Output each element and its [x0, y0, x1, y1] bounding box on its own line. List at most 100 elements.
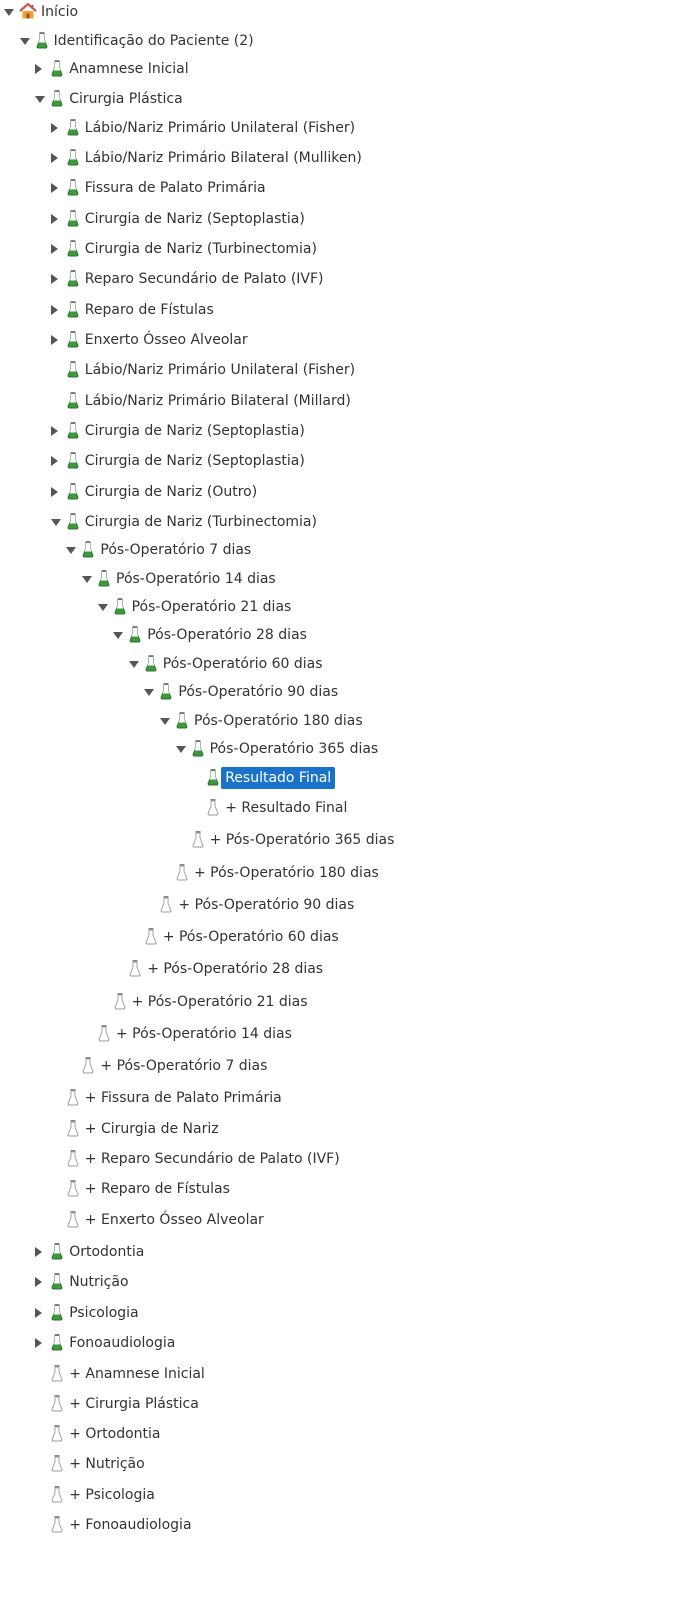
tree-node-label[interactable]: + Enxerto Ósseo Alveolar [81, 1209, 268, 1231]
tree-node[interactable]: Fissura de Palato Primária [0, 176, 688, 200]
tree-node[interactable]: Lábio/Nariz Primário Unilateral (Fisher) [0, 116, 688, 140]
tree-node-label[interactable]: + Cirurgia de Nariz [81, 1118, 223, 1140]
tree-node-label[interactable]: Lábio/Nariz Primário Unilateral (Fisher) [81, 359, 359, 381]
tree-node-label[interactable]: + Pós-Operatório 90 dias [174, 894, 358, 916]
expand-toggle-icon[interactable] [50, 244, 58, 254]
expand-toggle-icon[interactable] [50, 426, 58, 436]
tree-node-label[interactable]: Cirurgia de Nariz (Septoplastia) [81, 420, 309, 442]
tree-node[interactable]: Cirurgia de Nariz (Septoplastia) [0, 207, 688, 231]
expand-toggle-icon[interactable] [50, 153, 58, 163]
tree-node-label[interactable]: + Nutrição [65, 1453, 149, 1475]
tree-node-label[interactable]: Pós-Operatório 60 dias [159, 653, 327, 675]
tree-node-label[interactable]: Reparo Secundário de Palato (IVF) [81, 268, 328, 290]
expand-toggle-icon[interactable] [35, 1308, 43, 1318]
tree-node[interactable]: Resultado Final [0, 766, 688, 790]
tree-node[interactable]: Pós-Operatório 60 dias [0, 652, 688, 676]
expand-toggle-icon[interactable] [50, 305, 58, 315]
collapse-toggle-icon[interactable] [66, 547, 77, 554]
expand-toggle-icon[interactable] [50, 456, 58, 466]
tree-node[interactable]: Identificação do Paciente (2) [0, 29, 688, 53]
tree-node[interactable]: + Fonoaudiologia [0, 1513, 688, 1537]
tree-node[interactable]: Reparo Secundário de Palato (IVF) [0, 267, 688, 291]
tree-node[interactable]: Pós-Operatório 28 dias [0, 623, 688, 647]
tree-node[interactable]: + Reparo de Fístulas [0, 1177, 688, 1201]
expand-toggle-icon[interactable] [35, 1247, 43, 1257]
tree-node-label[interactable]: Cirurgia de Nariz (Outro) [81, 481, 261, 503]
tree-node[interactable]: Ortodontia [0, 1240, 688, 1264]
tree-node[interactable]: + Resultado Final [0, 796, 688, 820]
tree-node[interactable]: + Ortodontia [0, 1422, 688, 1446]
tree-node-label[interactable]: Anamnese Inicial [65, 58, 192, 80]
tree-node-label[interactable]: Início [37, 1, 82, 23]
tree-node[interactable]: Reparo de Fístulas [0, 298, 688, 322]
tree-node-label[interactable]: + Reparo de Fístulas [81, 1178, 234, 1200]
expand-toggle-icon[interactable] [50, 123, 58, 133]
expand-toggle-icon[interactable] [35, 1277, 43, 1287]
tree-node[interactable]: + Pós-Operatório 7 dias [0, 1054, 688, 1078]
expand-toggle-icon[interactable] [50, 274, 58, 284]
expand-toggle-icon[interactable] [35, 1338, 43, 1348]
tree-node[interactable]: + Psicologia [0, 1483, 688, 1507]
tree-node-label[interactable]: Psicologia [65, 1302, 142, 1324]
tree-node-label[interactable]: + Pós-Operatório 60 dias [159, 926, 343, 948]
tree-node-label[interactable]: + Pós-Operatório 21 dias [128, 991, 312, 1013]
tree-node[interactable]: Pós-Operatório 180 dias [0, 709, 688, 733]
tree-node[interactable]: Lábio/Nariz Primário Unilateral (Fisher) [0, 358, 688, 382]
tree-node-label[interactable]: Cirurgia de Nariz (Septoplastia) [81, 450, 309, 472]
tree-node[interactable]: + Pós-Operatório 14 dias [0, 1022, 688, 1046]
tree-node[interactable]: Cirurgia Plástica [0, 87, 688, 111]
tree-node[interactable]: Pós-Operatório 7 dias [0, 538, 688, 562]
tree-node[interactable]: Psicologia [0, 1301, 688, 1325]
collapse-toggle-icon[interactable] [82, 576, 92, 583]
tree-node[interactable]: Enxerto Ósseo Alveolar [0, 328, 688, 352]
tree-node[interactable]: Pós-Operatório 90 dias [0, 680, 688, 704]
collapse-toggle-icon[interactable] [50, 519, 61, 526]
tree-node[interactable]: Anamnese Inicial [0, 57, 688, 81]
tree-node[interactable]: + Pós-Operatório 60 dias [0, 925, 688, 949]
tree-node[interactable]: + Cirurgia de Nariz [0, 1117, 688, 1141]
tree-node-label[interactable]: Fissura de Palato Primária [81, 177, 270, 199]
tree-node-label[interactable]: Reparo de Fístulas [81, 299, 218, 321]
tree-node-label[interactable]: Pós-Operatório 7 dias [96, 539, 255, 561]
tree-node-label[interactable]: Enxerto Ósseo Alveolar [81, 329, 252, 351]
tree-node-label[interactable]: + Pós-Operatório 7 dias [96, 1055, 271, 1077]
tree-node-label[interactable]: + Pós-Operatório 365 dias [206, 829, 399, 851]
tree-node-label[interactable]: + Anamnese Inicial [65, 1363, 209, 1385]
tree-node[interactable]: + Fissura de Palato Primária [0, 1086, 688, 1110]
tree-node-label[interactable]: Cirurgia de Nariz (Turbinectomia) [81, 511, 321, 533]
tree-node[interactable]: Cirurgia de Nariz (Turbinectomia) [0, 237, 688, 261]
tree-node-label[interactable]: Pós-Operatório 28 dias [143, 624, 311, 646]
collapse-toggle-icon[interactable] [35, 96, 46, 103]
expand-toggle-icon[interactable] [50, 335, 58, 345]
tree-node-label[interactable]: + Pós-Operatório 180 dias [190, 862, 383, 884]
tree-node-label[interactable]: Pós-Operatório 180 dias [190, 710, 367, 732]
tree-node[interactable]: + Pós-Operatório 365 dias [0, 828, 688, 852]
collapse-toggle-icon[interactable] [160, 718, 170, 725]
tree-node[interactable]: + Pós-Operatório 21 dias [0, 990, 688, 1014]
tree-node[interactable]: Cirurgia de Nariz (Septoplastia) [0, 449, 688, 473]
tree-node[interactable]: Nutrição [0, 1270, 688, 1294]
expand-toggle-icon[interactable] [50, 214, 58, 224]
tree-node-label[interactable]: + Pós-Operatório 14 dias [112, 1023, 296, 1045]
tree-node-label[interactable]: Identificação do Paciente (2) [50, 30, 258, 52]
tree-node[interactable]: Cirurgia de Nariz (Outro) [0, 480, 688, 504]
tree-node-label[interactable]: + Psicologia [65, 1484, 159, 1506]
tree-node-label[interactable]: Lábio/Nariz Primário Bilateral (Mulliken… [81, 147, 366, 169]
tree-node-label[interactable]: Cirurgia Plástica [65, 88, 186, 110]
tree-node[interactable]: Pós-Operatório 21 dias [0, 595, 688, 619]
tree-node-label[interactable]: + Fissura de Palato Primária [81, 1087, 286, 1109]
tree-node[interactable]: + Nutrição [0, 1452, 688, 1476]
tree-node-label[interactable]: Cirurgia de Nariz (Septoplastia) [81, 208, 309, 230]
tree-node[interactable]: + Reparo Secundário de Palato (IVF) [0, 1147, 688, 1171]
tree-node[interactable]: Lábio/Nariz Primário Bilateral (Mulliken… [0, 146, 688, 170]
tree-node-label[interactable]: + Pós-Operatório 28 dias [143, 958, 327, 980]
tree-node-label[interactable]: + Cirurgia Plástica [65, 1393, 203, 1415]
tree-node[interactable]: Fonoaudiologia [0, 1331, 688, 1355]
tree-node-label[interactable]: Pós-Operatório 14 dias [112, 568, 280, 590]
tree-node[interactable]: + Pós-Operatório 90 dias [0, 893, 688, 917]
tree-node-label-selected[interactable]: Resultado Final [221, 767, 336, 789]
tree-node-label[interactable]: Pós-Operatório 365 dias [206, 738, 383, 760]
tree-node-label[interactable]: Nutrição [65, 1271, 132, 1293]
tree-node[interactable]: Início [0, 0, 688, 24]
collapse-toggle-icon[interactable] [175, 746, 186, 753]
